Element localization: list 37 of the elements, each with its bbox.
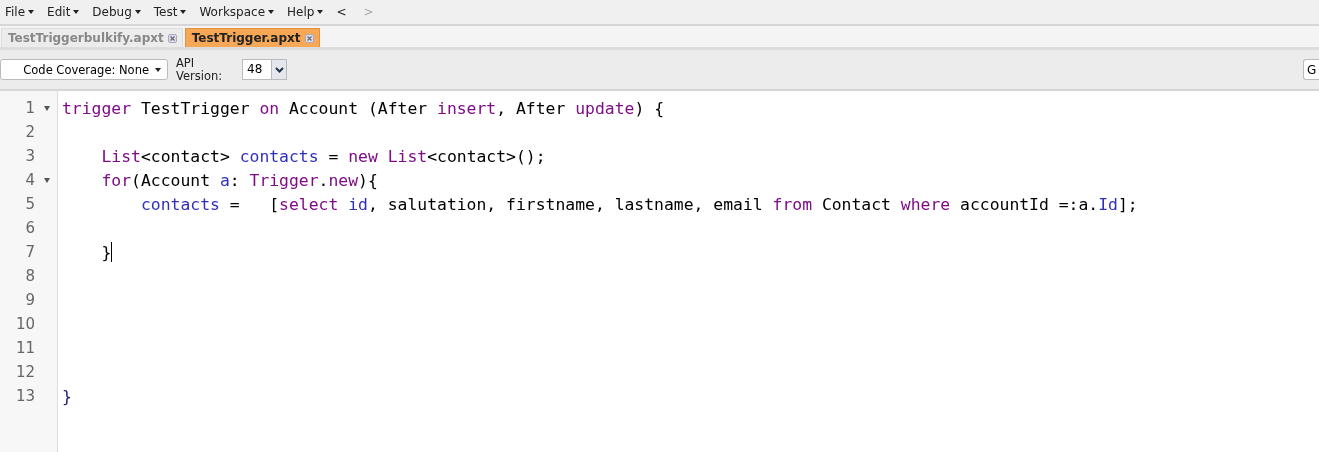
code-line: } <box>100 242 112 262</box>
code-line: List<contact> contacts = new List<contact>(); <box>100 146 546 166</box>
close-icon[interactable] <box>304 33 314 43</box>
line-number: 7 <box>24 243 35 261</box>
toolbar-button[interactable]: G <box>1303 59 1319 80</box>
line-number: 11 <box>14 339 35 357</box>
line-number: 4 <box>24 171 35 189</box>
code-coverage-dropdown[interactable]: Code Coverage: None <box>0 59 168 80</box>
line-number: 3 <box>24 147 35 165</box>
close-icon[interactable] <box>167 33 177 43</box>
api-version-select[interactable]: 48 <box>242 59 287 80</box>
line-number: 2 <box>24 123 35 141</box>
menu-item[interactable]: Edit <box>47 5 80 19</box>
fold-arrow-icon[interactable] <box>43 105 50 111</box>
line-number: 13 <box>14 387 35 405</box>
nav-arrow[interactable]: < <box>336 5 347 19</box>
menu-item[interactable]: Help <box>287 5 324 19</box>
code-line: contacts = [select id, salutation, firstname, lastname, email from Contact where accountId =:a.Id]; <box>139 194 1138 214</box>
line-number: 12 <box>14 363 35 381</box>
code-line: } <box>62 386 72 406</box>
caret-icon <box>155 67 161 72</box>
menu-item[interactable]: Test <box>153 5 187 19</box>
line-number: 9 <box>24 291 35 309</box>
code-line: for(Account a: Trigger.new){ <box>100 170 378 190</box>
menu-item[interactable]: Debug <box>92 5 141 19</box>
code-line: trigger TestTrigger on Account (After insert, After update) { <box>62 98 664 118</box>
line-number: 10 <box>14 315 35 333</box>
file-tab[interactable]: TestTrigger.apxt <box>184 28 320 47</box>
menu-item[interactable]: Workspace <box>199 5 275 19</box>
line-number: 6 <box>24 219 35 237</box>
menu-item[interactable]: File <box>5 5 35 19</box>
chevron-icon <box>274 66 284 73</box>
api-version-label: API Version: <box>176 56 224 83</box>
fold-arrow-icon[interactable] <box>43 177 50 183</box>
line-number: 8 <box>24 267 35 285</box>
line-number: 1 <box>24 99 35 117</box>
line-number: 5 <box>24 195 35 213</box>
